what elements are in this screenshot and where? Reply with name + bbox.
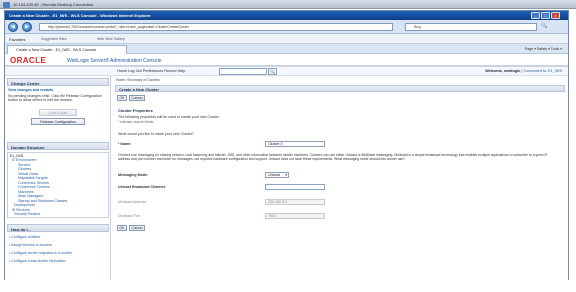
console-toolbar: Home Log Out Preferences Record Help 🔍 W… xyxy=(5,67,568,76)
how-do-i-link[interactable]: • Configure clusters xyxy=(9,235,40,239)
tree-node[interactable]: Security Realms xyxy=(14,212,40,216)
minimize-button[interactable]: _ xyxy=(531,12,540,19)
navigation-bar: ◀ ▶ http://joinerat1:7001/console/consol… xyxy=(5,20,568,34)
forward-button[interactable]: ▶ xyxy=(22,22,32,32)
maximize-button[interactable]: □ xyxy=(541,12,550,19)
connected-to: Connected to: E1_IWS xyxy=(523,69,562,73)
remote-desktop-titlebar: 10.104.109.45 - Remote Desktop Connectio… xyxy=(0,0,576,9)
left-sidebar: Change Center View changes and restarts … xyxy=(5,76,111,280)
how-do-i-link-label: Configure cross-cluster replication xyxy=(11,259,66,263)
address-bar[interactable]: http://joinerat1:7001/console/console.po… xyxy=(39,23,393,31)
page-content: ORACLE WebLogic Server® Administration C… xyxy=(5,54,568,280)
ok-button-bottom[interactable]: OK xyxy=(117,225,127,231)
breadcrumb[interactable]: Home >Summary of Clusters xyxy=(116,78,160,82)
browser-tab[interactable]: Create a New Cluster - E1_IWS - WLS Cons… xyxy=(7,45,127,54)
how-do-i-link-label: Assign servers to clusters xyxy=(11,243,53,247)
ie-titlebar: Create a New Cluster - E1_IWS - WLS Cons… xyxy=(5,11,568,20)
messaging-mode-value: Unicast xyxy=(268,173,280,177)
welcome-user: Welcome, weblogic xyxy=(485,69,521,73)
lock-edit-button[interactable]: Lock & Edit xyxy=(39,109,77,116)
domain-tree: E1_IWS ⊟ Environment Servers Clusters Vi… xyxy=(7,152,109,218)
suggested-sites-link[interactable]: Suggested Sites xyxy=(41,37,67,41)
cluster-properties-heading: Cluster Properties xyxy=(118,108,153,113)
search-placeholder: Bing xyxy=(414,25,422,29)
how-do-i-title: How do I... xyxy=(11,226,31,232)
how-do-i-link[interactable]: • Assign servers to clusters xyxy=(9,243,52,247)
chevron-down-icon: ▾ xyxy=(285,173,287,177)
tab-bar: Create a New Cluster - E1_IWS - WLS Cons… xyxy=(5,44,568,54)
welcome-text: Welcome, weblogic | Connected to: E1_IWS xyxy=(485,69,562,73)
tree-node[interactable]: Deployments xyxy=(14,203,35,207)
how-do-i-link[interactable]: • Configure server migration in a cluste… xyxy=(9,251,72,255)
messaging-description: Clusters use messaging for sharing sessi… xyxy=(118,153,548,162)
cluster-properties-text: The following properties will be used to… xyxy=(118,115,220,119)
ie-window: Create a New Cluster - E1_IWS - WLS Cons… xyxy=(4,10,569,280)
change-center-header: Change Center xyxy=(7,78,109,86)
tree-node[interactable]: ⊟ Environment xyxy=(12,158,36,162)
tree-node[interactable]: Servers xyxy=(18,163,30,167)
tree-node[interactable]: Startup and Shutdown Classes xyxy=(18,199,67,203)
tree-node[interactable]: Coherence Clusters xyxy=(18,185,50,189)
command-bar[interactable]: Page ▾ Safety ▾ Tools ▾ xyxy=(525,47,562,51)
tree-node[interactable]: ⊞ Services xyxy=(12,208,30,212)
ok-button[interactable]: OK xyxy=(117,95,127,101)
web-slice-gallery-link[interactable]: Web Slice Gallery xyxy=(97,37,125,41)
how-do-i-header: How do I... xyxy=(7,224,109,232)
domain-structure-header: Domain Structure xyxy=(7,142,109,150)
favorites-bar: Favorites Suggested Sites Web Slice Gall… xyxy=(5,34,568,44)
cancel-button[interactable]: Cancel xyxy=(129,95,145,101)
favorites-button[interactable]: Favorites xyxy=(9,37,25,42)
page-title: Create a New Cluster xyxy=(119,87,160,92)
multicast-address-label: Multicast Address: xyxy=(118,200,148,204)
create-cluster-header: Create a New Cluster xyxy=(115,85,565,92)
tree-node[interactable]: Work Managers xyxy=(18,194,43,198)
change-center-text: No pending changes exist. Click the Rele… xyxy=(8,94,102,103)
cluster-name-input[interactable]: Cluster-0 xyxy=(265,141,325,147)
tree-node[interactable]: Coherence Servers xyxy=(18,181,49,185)
how-do-i-link-label: Configure server migration in a cluster xyxy=(11,251,72,255)
messaging-mode-label: Messaging Mode: xyxy=(118,173,149,177)
ie-window-title: Create a New Cluster - E1_IWS - WLS Cons… xyxy=(9,13,151,18)
multicast-port-input[interactable]: 7001 xyxy=(265,213,325,219)
search-box[interactable]: Bing xyxy=(405,23,537,31)
console-search-button[interactable]: 🔍 xyxy=(268,68,277,75)
tree-node-label: Environment xyxy=(16,158,37,162)
name-question: What would you like to name your new Clu… xyxy=(118,132,194,136)
how-do-i-link[interactable]: • Configure cross-cluster replication xyxy=(9,259,66,263)
console-search-input[interactable] xyxy=(219,68,267,75)
toolbar-links[interactable]: Home Log Out Preferences Record Help xyxy=(117,69,185,73)
console-header: ORACLE WebLogic Server® Administration C… xyxy=(5,54,568,67)
view-changes-link[interactable]: View changes and restarts xyxy=(8,88,53,92)
tree-node-label: Services xyxy=(16,207,30,212)
multicast-address-input[interactable]: 239.192.0.0 xyxy=(265,199,325,205)
address-url: http://joinerat1:7001/console/console.po… xyxy=(48,25,189,29)
remote-desktop-icon xyxy=(3,1,10,8)
tree-node[interactable]: Machines xyxy=(18,190,33,194)
name-label: * Name: xyxy=(118,142,132,146)
product-title: WebLogic Server® Administration Console xyxy=(67,58,162,64)
release-configuration-button[interactable]: Release Configuration xyxy=(31,118,85,125)
required-note: * Indicates required fields xyxy=(118,120,154,124)
close-button[interactable]: × xyxy=(551,12,560,19)
how-do-i-link-label: Configure clusters xyxy=(11,235,41,239)
tree-node[interactable]: Migratable Targets xyxy=(18,176,48,180)
back-arrow-icon: ◀ xyxy=(11,24,15,30)
browser-tab-title: Create a New Cluster - E1_IWS - WLS Cons… xyxy=(16,48,97,52)
messaging-mode-select[interactable]: Unicast ▾ xyxy=(265,172,289,178)
unicast-channel-label: Unicast Broadcast Channel: xyxy=(118,185,166,189)
oracle-logo: ORACLE xyxy=(10,56,47,65)
forward-arrow-icon: ▶ xyxy=(25,24,29,30)
domain-structure-title: Domain Structure xyxy=(11,144,45,150)
back-button[interactable]: ◀ xyxy=(8,22,18,32)
main-content: Home >Summary of Clusters Create a New C… xyxy=(113,76,568,280)
tree-node[interactable]: Clusters xyxy=(18,167,31,171)
unicast-channel-input[interactable] xyxy=(265,184,325,190)
tree-node[interactable]: Virtual Hosts xyxy=(18,172,38,176)
remote-desktop-title: 10.104.109.45 - Remote Desktop Connectio… xyxy=(13,2,94,7)
search-icon[interactable]: 🔍 xyxy=(541,23,547,29)
cancel-button-bottom[interactable]: Cancel xyxy=(129,225,145,231)
multicast-port-label: Multicast Port: xyxy=(118,214,141,218)
change-center-title: Change Center xyxy=(11,80,40,86)
